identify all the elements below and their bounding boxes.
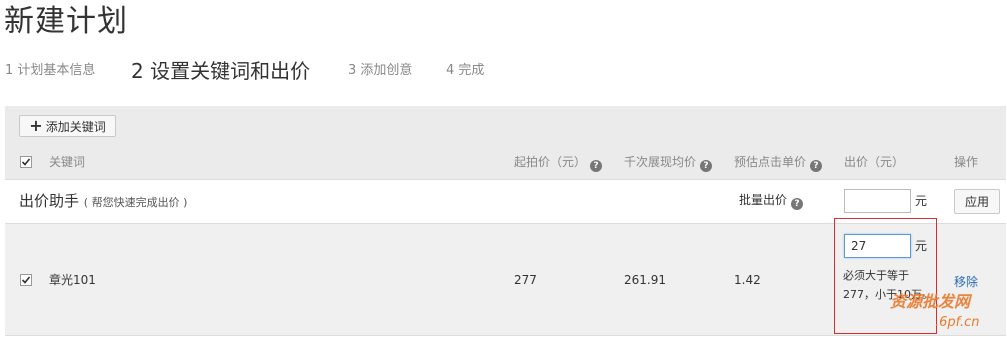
row-est-cpc: 1.42 [734,273,761,287]
batch-bid-label: 批量出价 [739,193,788,207]
apply-button[interactable]: 应用 [954,189,1000,214]
bid-unit: 元 [915,239,928,253]
header-action: 操作 [954,155,979,169]
plus-icon: + [29,116,43,135]
watermark-url: .6pf.cn [935,315,980,330]
step-4: 4 完成 [446,63,485,78]
header-bid: 出价（元） [844,155,905,169]
batch-bid-unit: 元 [915,194,928,208]
row-checkbox[interactable] [20,274,32,286]
watermark: 资源批发网 [890,292,971,311]
header-keyword: 关键词 [49,155,86,169]
batch-bid-input[interactable] [844,189,911,213]
help-icon[interactable]: ? [700,160,713,172]
row-keyword: 章光101 [49,273,96,287]
page-title: 新建计划 [4,4,128,39]
add-keyword-button[interactable]: + 添加关键词 [19,115,116,137]
header-start-price-label: 起拍价（元） [514,155,587,169]
check-icon [21,158,31,166]
bid-helper-subtitle: ( 帮您快速完成出价 ) [83,196,188,209]
bid-input[interactable]: 27 [844,234,911,258]
bid-helper: 出价助手 ( 帮您快速完成出价 ) [19,192,187,212]
help-icon[interactable]: ? [791,198,804,210]
header-cpm: 千次展现均价? [624,155,713,172]
step-3: 3 添加创意 [348,63,413,78]
header-start-price: 起拍价（元）? [514,155,603,172]
step-2-active: 2 设置关键词和出价 [131,59,311,83]
add-keyword-label: 添加关键词 [45,119,106,134]
check-icon [21,276,31,284]
step-1: 1 计划基本信息 [5,63,96,78]
remove-link[interactable]: 移除 [954,273,978,290]
row-cpm: 261.91 [624,273,666,287]
header-est-cpc: 预估点击单价? [734,155,823,172]
batch-bid-label-group: 批量出价? [739,193,804,210]
help-icon[interactable]: ? [590,160,603,172]
header-est-cpc-label: 预估点击单价 [734,155,807,169]
help-icon[interactable]: ? [810,160,823,172]
row-start-price: 277 [514,273,537,287]
bid-helper-title: 出价助手 [19,192,80,210]
header-cpm-label: 千次展现均价 [624,155,697,169]
select-all-checkbox[interactable] [20,156,32,168]
